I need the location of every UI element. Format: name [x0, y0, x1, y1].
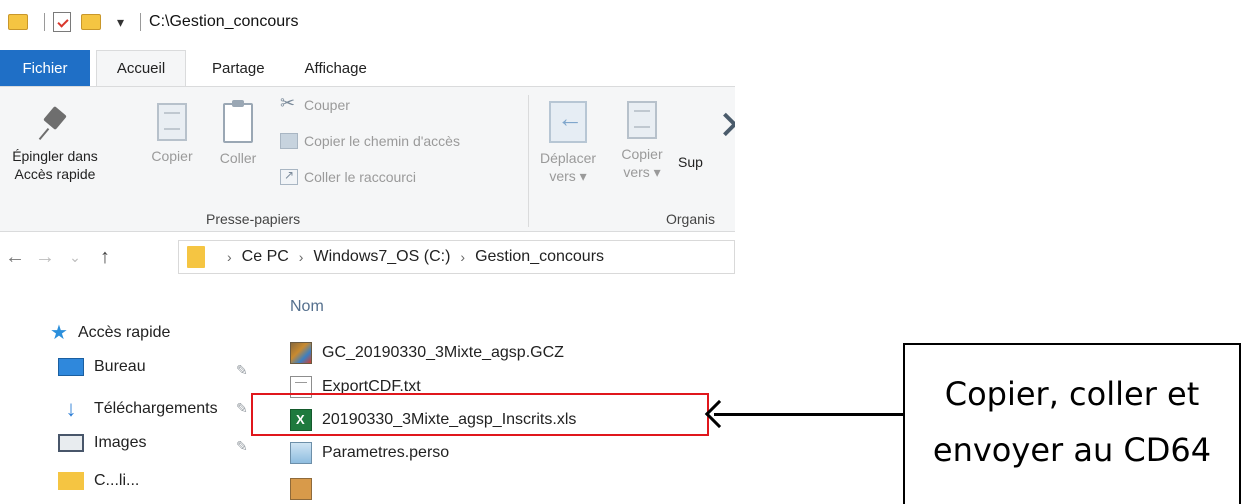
breadcrumb-ce-pc[interactable]: Ce PC [242, 248, 289, 266]
clipboard-icon [223, 100, 253, 143]
folder-icon[interactable] [8, 14, 28, 30]
clipboard-group-label: Presse-papiers [206, 211, 301, 227]
nav-item-telechargements[interactable]: ↓ Téléchargements [58, 396, 254, 422]
pin-label-line2: Accès rapide [14, 166, 96, 182]
tab-fichier[interactable]: Fichier [0, 50, 90, 86]
images-icon [58, 434, 84, 452]
clipboard-group: Épingler dans Accès rapide Copier Coller… [0, 87, 530, 233]
callout-arrow-line [714, 413, 904, 416]
navigation-pane: ★ Accès rapide Bureau ✎ ↓ Téléchargement… [0, 300, 260, 504]
tab-partage[interactable]: Partage [198, 50, 279, 86]
nav-item-label: Téléchargements [94, 400, 218, 417]
pin-quick-access-button[interactable]: Épingler dans Accès rapide [0, 105, 114, 183]
move-label-line2: vers ▾ [549, 168, 587, 184]
organize-group-label: Organis [666, 211, 716, 227]
breadcrumb-chevron-icon[interactable]: › [227, 249, 232, 265]
copy-path-button[interactable]: Copier le chemin d'accès [280, 133, 460, 149]
window-title: C:\Gestion_concours [149, 13, 299, 30]
move-to-button[interactable]: Déplacer vers ▾ [536, 101, 600, 185]
quick-access-separator [44, 13, 45, 31]
back-arrow-icon[interactable]: ← [0, 246, 30, 269]
copyto-label-line1: Copier [621, 146, 663, 162]
highlight-box [251, 393, 709, 436]
file-row[interactable]: Parametres.perso [290, 440, 449, 466]
nav-item-label: Images [94, 434, 147, 451]
ribbon-tabs: Fichier Accueil Partage Affichage [0, 50, 735, 86]
file-list: Nom GC_20190330_3Mixte_agsp.GCZ ExportCD… [260, 280, 735, 504]
breadcrumb-gestion-concours[interactable]: Gestion_concours [475, 248, 604, 266]
navigation-bar: ← → ⌄ ↑ › Ce PC › Windows7_OS (C:) › Ges… [0, 236, 735, 278]
file-name: GC_20190330_3Mixte_agsp.GCZ [322, 344, 564, 361]
breadcrumb-windows7-os[interactable]: Windows7_OS (C:) [313, 248, 450, 266]
gcz-file-icon [290, 478, 312, 500]
tab-affichage[interactable]: Affichage [291, 50, 381, 86]
delete-button[interactable]: Sup [678, 153, 718, 171]
ribbon-separator [528, 95, 529, 227]
star-icon: ★ [50, 322, 68, 344]
paste-shortcut-button[interactable]: Coller le raccourci [280, 168, 417, 185]
paste-label: Coller [219, 150, 257, 166]
new-folder-icon[interactable] [81, 14, 101, 30]
column-header-name[interactable]: Nom [290, 298, 324, 316]
nav-item-label: Bureau [94, 358, 146, 375]
pin-label-line1: Épingler dans [12, 148, 98, 164]
organize-group: Déplacer vers ▾ Copier vers ▾ Sup Organi… [530, 87, 735, 233]
pin-icon [37, 105, 73, 141]
breadcrumb-chevron-icon[interactable]: › [299, 249, 304, 265]
nav-item-label: C...li... [94, 472, 140, 489]
cut-button[interactable]: Couper [280, 93, 350, 114]
callout-box: Copier, coller et envoyer au CD64 [903, 343, 1241, 504]
file-name: Parametres.perso [322, 444, 450, 461]
folder-icon [187, 246, 205, 268]
perso-file-icon [290, 442, 312, 464]
title-separator [140, 13, 142, 31]
callout-text: Copier, coller et envoyer au CD64 [932, 374, 1212, 469]
file-row[interactable]: GC_20190330_3Mixte_agsp.GCZ [290, 340, 564, 366]
nav-item-images[interactable]: Images [58, 434, 146, 452]
paste-button[interactable]: Coller [208, 100, 268, 167]
shortcut-icon [280, 168, 298, 185]
download-icon: ↓ [65, 396, 77, 421]
move-to-icon [549, 101, 587, 143]
move-label-line1: Déplacer [539, 150, 597, 166]
pin-icon[interactable]: ✎ [236, 438, 248, 455]
gcz-file-icon [290, 342, 312, 364]
customize-toolbar-dropdown[interactable]: ▾ [117, 14, 124, 31]
title-bar: ▾ C:\Gestion_concours [0, 0, 735, 44]
paste-shortcut-label: Coller le raccourci [304, 169, 417, 185]
address-bar[interactable]: › Ce PC › Windows7_OS (C:) › Gestion_con… [178, 240, 735, 274]
nav-item-acces-rapide[interactable]: ★ Accès rapide [50, 320, 170, 345]
desktop-icon [58, 358, 84, 376]
forward-arrow-icon[interactable]: → [30, 246, 60, 269]
copy-path-icon [280, 133, 298, 149]
tab-accueil[interactable]: Accueil [96, 50, 186, 86]
scissors-icon [280, 93, 298, 114]
pin-icon[interactable]: ✎ [236, 362, 248, 379]
cut-label: Couper [304, 97, 350, 113]
copy-to-icon [627, 101, 657, 139]
nav-item-partial[interactable]: C...li... [58, 472, 139, 490]
delete-x-icon[interactable]: ✕ [718, 103, 735, 149]
folder-icon [58, 472, 84, 490]
properties-icon[interactable] [53, 12, 71, 32]
copy-icon [157, 103, 187, 141]
nav-item-label: Accès rapide [77, 323, 171, 341]
nav-item-bureau[interactable]: Bureau [58, 358, 146, 376]
copy-label: Copier [151, 148, 193, 164]
pin-icon[interactable]: ✎ [236, 400, 248, 417]
recent-locations-chevron-icon[interactable]: ⌄ [60, 249, 90, 266]
copy-path-label: Copier le chemin d'accès [304, 133, 460, 149]
delete-label: Sup [678, 154, 703, 170]
copy-button[interactable]: Copier [142, 103, 202, 165]
file-row-partial[interactable] [290, 476, 322, 502]
breadcrumb-chevron-icon[interactable]: › [460, 249, 465, 265]
copy-to-button[interactable]: Copier vers ▾ [614, 101, 670, 181]
copyto-label-line2: vers ▾ [623, 164, 661, 180]
up-arrow-icon[interactable]: ↑ [90, 246, 120, 269]
ribbon: Épingler dans Accès rapide Copier Coller… [0, 86, 735, 232]
